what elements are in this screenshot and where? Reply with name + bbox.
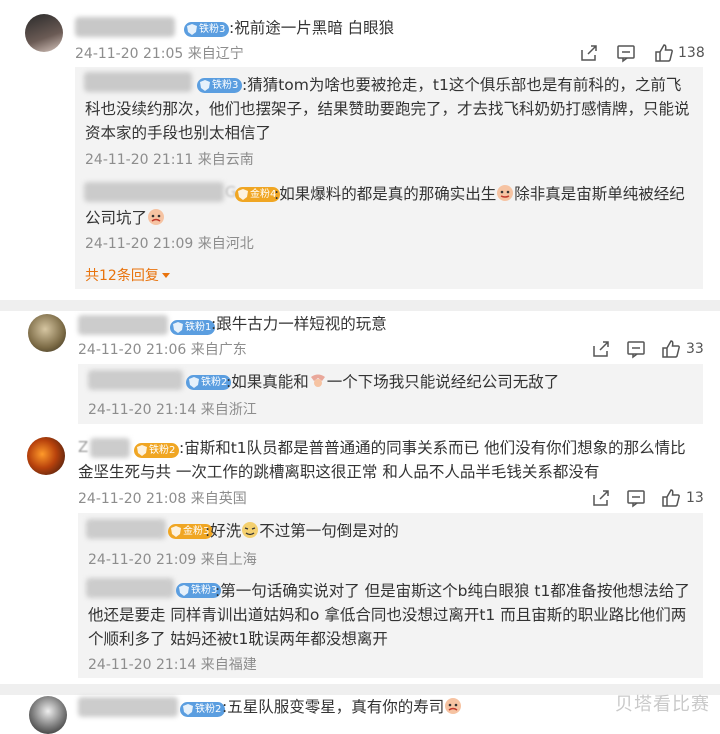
reply-meta: 24-11-20 21:14 来自福建 [88,657,257,673]
more-replies-label: 共12条回复 [85,268,159,284]
comment-actions: 13 [590,487,710,509]
reply-box: 金粉3 :好洗 不过第一句倒是对的 24-11-20 21:09 来自上海 铁粉3… [78,513,703,678]
reply-text: :猜猜tom为啥也要被抢走，t1这个俱乐部也是有前科的，之前飞科也没续约那次，他… [85,76,690,142]
avatar[interactable] [28,314,66,352]
separator [0,684,720,695]
reply-text-part: :好洗 [205,522,242,540]
comment-icon[interactable] [625,487,647,509]
comment-meta: 24-11-20 21:08 来自英国 [78,491,247,507]
emoji-icon [310,374,325,387]
username[interactable] [88,370,183,390]
reply-text: :如果爆料的都是真的那确实出生 除非真是宙斯单纯被经纪公司坑了 [85,182,695,230]
username[interactable] [78,697,178,717]
fan-badge: 铁粉2 [186,375,232,390]
avatar[interactable] [25,14,63,52]
watermark: 贝塔看比赛 [615,694,710,715]
comment-card: 铁粉2 :五星队服变零星，真有你的寿司 [0,695,720,734]
username[interactable] [78,315,168,335]
reply-text: :好洗 不过第一句倒是对的 [205,519,695,543]
username[interactable] [75,17,175,37]
share-icon[interactable] [590,487,612,509]
dropdown-arrow-icon [161,273,170,278]
like-icon[interactable] [660,338,682,360]
username[interactable] [86,519,166,539]
like-icon[interactable] [653,42,675,64]
fan-badge: 铁粉3 [184,22,230,37]
fan-badge-icon [183,704,193,715]
fan-badge-icon [173,322,183,333]
reply-text: :第一句话确实说对了 但是宙斯这个b纯白眼狼 t1都准备按他想法给了 他还是要走… [88,582,690,648]
reply-text-part: :如果真能和 [226,373,309,391]
reply-text: :如果真能和 一个下场我只能说经纪公司无敌了 [226,370,696,394]
avatar[interactable] [29,696,67,734]
comment-card: Z 铁粉2 :宙斯和t1队员都是普普通通的同事关系而已 他们没有你们想象的那么情… [0,433,720,683]
emoji-icon [497,185,514,201]
comment-icon[interactable] [615,42,637,64]
fan-badge-icon [189,377,199,388]
fan-badge: 铁粉1 [170,320,216,335]
like-icon[interactable] [660,487,682,509]
comment-text: :跟牛古力一样短视的玩意 [211,315,387,333]
comment-text: :祝前途一片黑暗 白眼狼 [229,19,395,37]
comment-text: :五星队服变零星，真有你的寿司 [222,695,642,719]
avatar[interactable] [27,437,65,475]
like-count: 138 [678,45,705,61]
reply-meta: 24-11-20 21:14 来自浙江 [88,402,257,418]
like-count: 13 [686,490,704,506]
comment-meta: 24-11-20 21:06 来自广东 [78,342,247,358]
share-icon[interactable] [590,338,612,360]
separator [0,300,720,311]
badge-label: 铁粉2 [195,704,222,715]
reply-box: 铁粉3 :猜猜tom为啥也要被抢走，t1这个俱乐部也是有前科的，之前飞科也没续约… [75,67,703,289]
fan-badge: 铁粉2 [180,702,226,717]
fan-badge-icon [187,24,197,35]
more-replies-link[interactable]: 共12条回复 [85,265,171,285]
reply-meta: 24-11-20 21:11 来自云南 [85,152,254,168]
reply-meta: 24-11-20 21:09 来自河北 [85,236,254,252]
comment-icon[interactable] [625,338,647,360]
reply-text-part: 一个下场我只能说经纪公司无敌了 [326,373,560,391]
comment-text: :宙斯和t1队员都是普普通通的同事关系而已 他们没有你们想象的那么情比金坚生死与… [78,439,686,481]
reply-text-part: 不过第一句倒是对的 [259,522,399,540]
emoji-icon [148,209,165,225]
comment-actions: 138 [578,42,708,64]
reply-meta: 24-11-20 21:09 来自上海 [88,552,257,568]
badge-label: 铁粉3 [199,24,226,35]
comment-card: 铁粉3 :祝前途一片黑暗 白眼狼 24-11-20 21:05 来自辽宁 138… [0,0,720,300]
share-icon[interactable] [578,42,600,64]
like-count: 33 [686,341,704,357]
reply-text-part: :如果爆料的都是真的那确实出生 [274,185,497,203]
comment-card: 铁粉1 :跟牛古力一样短视的玩意 24-11-20 21:06 来自广东 33 … [0,311,720,426]
emoji-icon [242,522,259,538]
comment-text-part: :五星队服变零星，真有你的寿司 [222,698,445,716]
emoji-icon [445,698,462,714]
badge-label: 铁粉2 [201,377,228,388]
badge-label: 铁粉1 [185,322,212,333]
reply-box: 铁粉2 :如果真能和 一个下场我只能说经纪公司无敌了 24-11-20 21:14… [78,364,703,424]
comment-meta: 24-11-20 21:05 来自辽宁 [75,46,244,62]
comment-actions: 33 [590,338,710,360]
fan-badge-icon [171,526,181,537]
